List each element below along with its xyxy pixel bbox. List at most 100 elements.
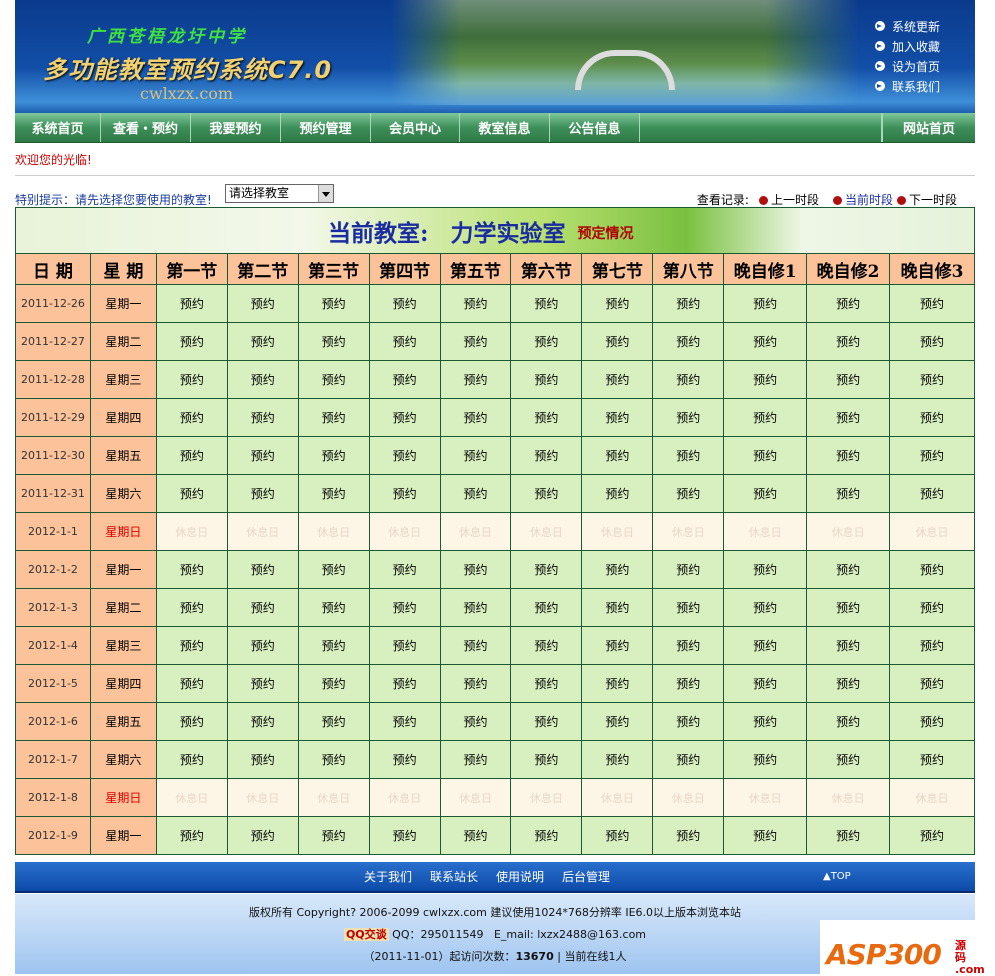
book-link[interactable]: 预约 xyxy=(226,436,299,475)
book-link[interactable]: 预约 xyxy=(226,740,299,779)
book-link[interactable]: 预约 xyxy=(806,436,891,475)
book-link[interactable]: 预约 xyxy=(226,588,299,627)
book-link[interactable]: 预约 xyxy=(439,474,512,513)
book-link[interactable]: 预约 xyxy=(652,322,725,361)
book-link[interactable]: 预约 xyxy=(368,740,441,779)
book-link[interactable]: 预约 xyxy=(723,664,808,703)
book-link[interactable]: 预约 xyxy=(297,816,370,855)
book-link[interactable]: 预约 xyxy=(652,664,725,703)
book-link[interactable]: 预约 xyxy=(581,740,654,779)
book-link[interactable]: 预约 xyxy=(510,436,583,475)
book-link[interactable]: 预约 xyxy=(155,588,228,627)
book-link[interactable]: 预约 xyxy=(510,474,583,513)
footer-link-contact[interactable]: 联系站长 xyxy=(430,868,478,885)
book-link[interactable]: 预约 xyxy=(510,588,583,627)
book-link[interactable]: 预约 xyxy=(297,550,370,589)
book-link[interactable]: 预约 xyxy=(806,816,891,855)
book-link[interactable]: 预约 xyxy=(155,398,228,437)
book-link[interactable]: 预约 xyxy=(510,664,583,703)
book-link[interactable]: 预约 xyxy=(297,322,370,361)
book-link[interactable]: 预约 xyxy=(439,816,512,855)
book-link[interactable]: 预约 xyxy=(723,626,808,665)
book-link[interactable]: 预约 xyxy=(297,664,370,703)
book-link[interactable]: 预约 xyxy=(226,626,299,665)
footer-link-about[interactable]: 关于我们 xyxy=(364,868,412,885)
link-system-update[interactable]: 系统更新 xyxy=(875,16,940,36)
link-contact-us[interactable]: 联系我们 xyxy=(875,76,940,96)
book-link[interactable]: 预约 xyxy=(155,702,228,741)
book-link[interactable]: 预约 xyxy=(510,360,583,399)
nav-manage[interactable]: 预约管理 xyxy=(281,113,371,142)
book-link[interactable]: 预约 xyxy=(510,740,583,779)
book-link[interactable]: 预约 xyxy=(889,360,975,399)
book-link[interactable]: 预约 xyxy=(368,626,441,665)
book-link[interactable]: 预约 xyxy=(297,740,370,779)
book-link[interactable]: 预约 xyxy=(652,816,725,855)
book-link[interactable]: 预约 xyxy=(889,550,975,589)
back-to-top-link[interactable]: ▲TOP xyxy=(823,871,851,882)
book-link[interactable]: 预约 xyxy=(510,284,583,323)
book-link[interactable]: 预约 xyxy=(723,398,808,437)
nav-notices[interactable]: 公告信息 xyxy=(550,113,640,142)
book-link[interactable]: 预约 xyxy=(723,816,808,855)
book-link[interactable]: 预约 xyxy=(226,398,299,437)
book-link[interactable]: 预约 xyxy=(581,588,654,627)
book-link[interactable]: 预约 xyxy=(806,360,891,399)
footer-link-admin[interactable]: 后台管理 xyxy=(562,868,610,885)
book-link[interactable]: 预约 xyxy=(439,284,512,323)
book-link[interactable]: 预约 xyxy=(297,284,370,323)
book-link[interactable]: 预约 xyxy=(439,740,512,779)
book-link[interactable]: 预约 xyxy=(652,474,725,513)
book-link[interactable]: 预约 xyxy=(439,550,512,589)
book-link[interactable]: 预约 xyxy=(806,474,891,513)
book-link[interactable]: 预约 xyxy=(368,436,441,475)
book-link[interactable]: 预约 xyxy=(806,322,891,361)
book-link[interactable]: 预约 xyxy=(226,816,299,855)
book-link[interactable]: 预约 xyxy=(889,588,975,627)
book-link[interactable]: 预约 xyxy=(155,550,228,589)
book-link[interactable]: 预约 xyxy=(889,702,975,741)
book-link[interactable]: 预约 xyxy=(155,360,228,399)
book-link[interactable]: 预约 xyxy=(155,436,228,475)
book-link[interactable]: 预约 xyxy=(889,398,975,437)
chevron-down-icon[interactable] xyxy=(318,185,333,202)
book-link[interactable]: 预约 xyxy=(439,702,512,741)
book-link[interactable]: 预约 xyxy=(806,550,891,589)
book-link[interactable]: 预约 xyxy=(155,664,228,703)
book-link[interactable]: 预约 xyxy=(226,550,299,589)
book-link[interactable]: 预约 xyxy=(652,588,725,627)
book-link[interactable]: 预约 xyxy=(439,588,512,627)
book-link[interactable]: 预约 xyxy=(439,398,512,437)
book-link[interactable]: 预约 xyxy=(581,284,654,323)
nav-site-home[interactable]: 网站首页 xyxy=(882,113,975,142)
book-link[interactable]: 预约 xyxy=(581,436,654,475)
next-period-link[interactable]: 下一时段 xyxy=(896,191,957,208)
book-link[interactable]: 预约 xyxy=(297,626,370,665)
book-link[interactable]: 预约 xyxy=(889,740,975,779)
book-link[interactable]: 预约 xyxy=(806,702,891,741)
book-link[interactable]: 预约 xyxy=(226,322,299,361)
book-link[interactable]: 预约 xyxy=(510,398,583,437)
book-link[interactable]: 预约 xyxy=(581,626,654,665)
book-link[interactable]: 预约 xyxy=(652,550,725,589)
book-link[interactable]: 预约 xyxy=(652,436,725,475)
book-link[interactable]: 预约 xyxy=(297,398,370,437)
book-link[interactable]: 预约 xyxy=(723,284,808,323)
nav-member[interactable]: 会员中心 xyxy=(371,113,460,142)
prev-period-link[interactable]: 上一时段 xyxy=(758,191,819,208)
book-link[interactable]: 预约 xyxy=(368,322,441,361)
book-link[interactable]: 预约 xyxy=(368,398,441,437)
book-link[interactable]: 预约 xyxy=(723,474,808,513)
book-link[interactable]: 预约 xyxy=(723,550,808,589)
book-link[interactable]: 预约 xyxy=(806,588,891,627)
book-link[interactable]: 预约 xyxy=(723,322,808,361)
book-link[interactable]: 预约 xyxy=(439,360,512,399)
book-link[interactable]: 预约 xyxy=(652,626,725,665)
book-link[interactable]: 预约 xyxy=(155,816,228,855)
book-link[interactable]: 预约 xyxy=(889,626,975,665)
book-link[interactable]: 预约 xyxy=(155,740,228,779)
book-link[interactable]: 预约 xyxy=(297,702,370,741)
book-link[interactable]: 预约 xyxy=(368,474,441,513)
book-link[interactable]: 预约 xyxy=(806,284,891,323)
book-link[interactable]: 预约 xyxy=(510,626,583,665)
